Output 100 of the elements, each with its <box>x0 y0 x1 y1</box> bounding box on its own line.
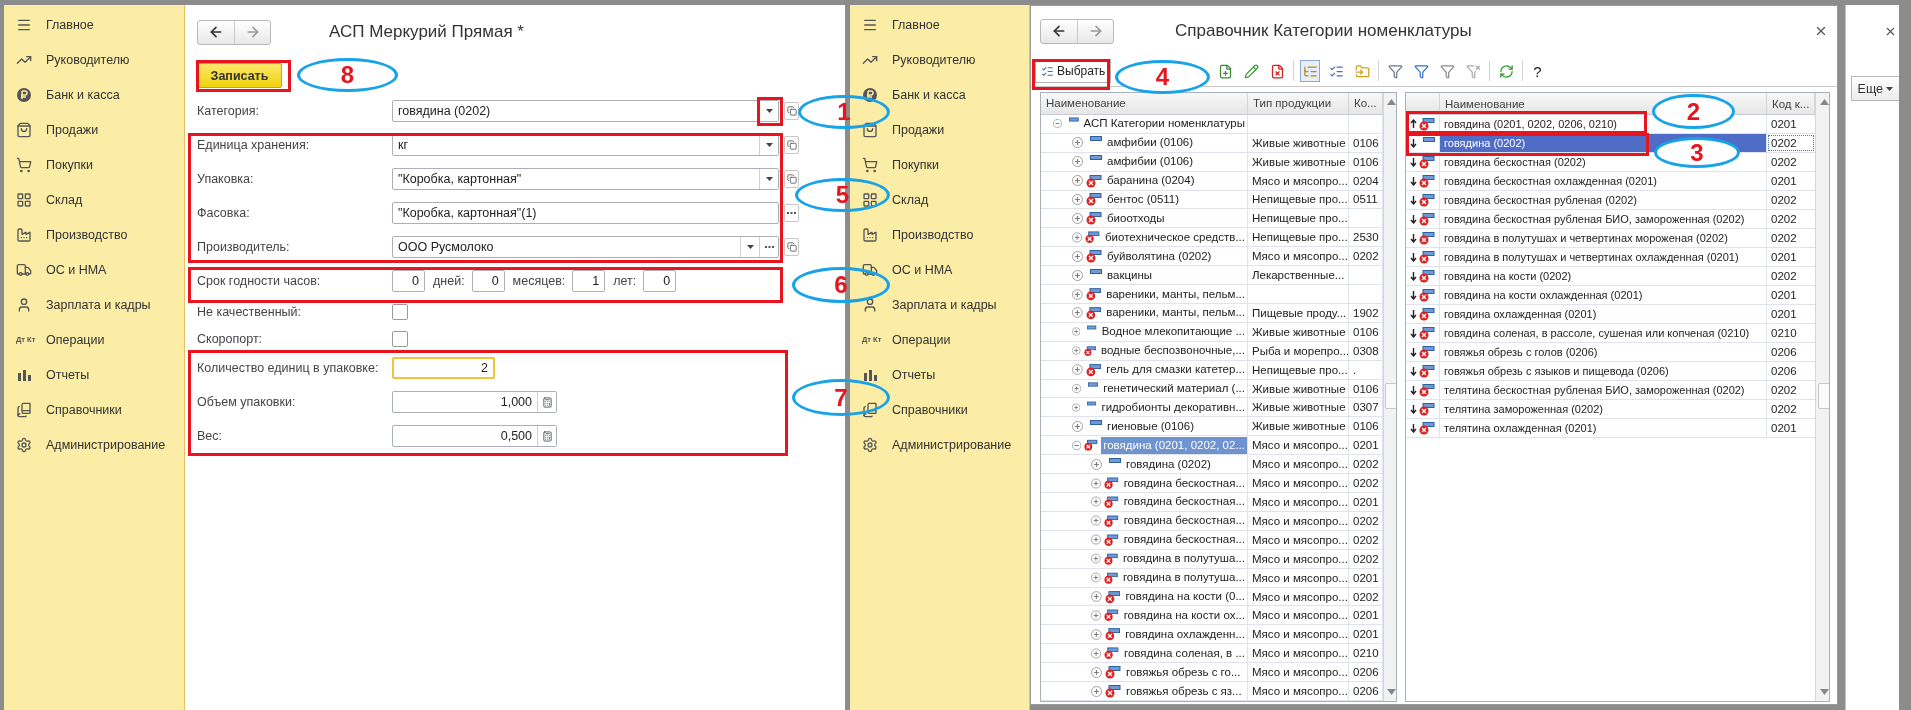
input-field[interactable]: кг <box>392 134 779 156</box>
tree-item[interactable]: говядина (0202) <box>1124 455 1213 473</box>
tree-item[interactable]: говядина в полутуша... <box>1120 550 1247 568</box>
tree-item[interactable]: амфибии (0106) <box>1105 134 1196 152</box>
tree-item[interactable]: говядина бескостная... <box>1121 474 1247 492</box>
expand-icon[interactable] <box>1091 477 1102 489</box>
tree-item[interactable]: амфибии (0106) <box>1105 153 1196 171</box>
sidebar-item[interactable]: Администрирование <box>850 427 1029 462</box>
tree-item[interactable]: гиеновые (0106) <box>1105 417 1196 435</box>
list-item[interactable]: телятина бескостная рубленая БИО, замороженная (0202) <box>1444 384 1745 396</box>
sidebar-item[interactable]: Руководителю <box>850 42 1029 77</box>
tree-item[interactable]: говядина бескостная... <box>1121 531 1247 549</box>
expand-icon[interactable] <box>1072 307 1083 319</box>
list-item[interactable]: говядина бескостная (0202) <box>1444 156 1586 168</box>
tree-item[interactable]: гидробионты декоративн... <box>1099 398 1247 416</box>
sidebar-item[interactable]: Банк и касса <box>4 77 184 112</box>
number-field[interactable]: 0 <box>471 270 505 292</box>
scroll-up-icon[interactable] <box>1820 99 1829 105</box>
tree-item[interactable]: говядина на кости ох... <box>1121 606 1247 624</box>
scroll-up-icon[interactable] <box>1386 99 1396 105</box>
expand-icon[interactable] <box>1091 572 1101 584</box>
expand-icon[interactable] <box>1091 515 1102 527</box>
tree-item[interactable]: говядина на кости (0... <box>1123 588 1247 605</box>
tree-item[interactable]: буйволятина (0202) <box>1105 247 1214 265</box>
sidebar-item[interactable]: Производство <box>850 217 1029 252</box>
sidebar-item[interactable]: Отчеты <box>4 357 184 392</box>
calculator-button[interactable] <box>537 392 556 412</box>
tree-item[interactable]: генетический материал (... <box>1101 380 1247 398</box>
input-field[interactable]: ООО Русмолоко <box>392 236 779 258</box>
expand-icon[interactable] <box>1072 326 1081 338</box>
list-item[interactable]: говяжья обрезь с голов (0206) <box>1444 346 1598 358</box>
expand-icon[interactable] <box>1091 458 1102 470</box>
checkbox[interactable] <box>392 304 408 320</box>
expand-icon[interactable] <box>1091 553 1101 565</box>
scroll-down-icon[interactable] <box>1386 689 1396 695</box>
list-item[interactable]: говядина охлажденная (0201) <box>1444 308 1597 320</box>
expand-icon[interactable] <box>1091 685 1102 697</box>
list-item[interactable]: говядина на кости охлажденная (0201) <box>1444 289 1643 301</box>
tree-item[interactable]: говядина бескостная... <box>1121 512 1247 530</box>
column-header[interactable]: Ко... <box>1349 93 1383 114</box>
expand-icon[interactable] <box>1072 250 1083 262</box>
expand-icon[interactable] <box>1091 496 1102 508</box>
list-item[interactable]: говядина (0202) <box>1444 137 1526 149</box>
tree-item[interactable]: вакцины <box>1105 266 1155 284</box>
close-button[interactable] <box>1884 25 1897 38</box>
tree-item[interactable]: вареники, манты, пельм... <box>1104 304 1247 322</box>
open-button[interactable] <box>784 238 799 256</box>
open-button[interactable] <box>784 102 799 120</box>
choose-button[interactable] <box>784 204 799 222</box>
expand-icon[interactable] <box>1091 628 1102 640</box>
scroll-thumb[interactable] <box>1818 383 1829 409</box>
hierarchy-button[interactable] <box>1300 60 1321 82</box>
tree-item[interactable]: АСП Категории номенклатуры <box>1081 115 1247 133</box>
open-button[interactable] <box>784 170 799 188</box>
expand-icon[interactable] <box>1072 137 1083 149</box>
input-field[interactable]: говядина (0202) <box>392 100 779 122</box>
expand-icon[interactable] <box>1091 591 1102 602</box>
tree-item[interactable]: говядина соленая, в ... <box>1122 644 1247 662</box>
expand-icon[interactable] <box>1072 401 1081 413</box>
number-field[interactable]: 0 <box>643 270 677 292</box>
tree-item[interactable]: вареники, манты, пельм... <box>1104 285 1247 303</box>
number-field[interactable]: 0,500 <box>392 425 557 447</box>
expand-icon[interactable] <box>1072 364 1083 376</box>
expand-icon[interactable] <box>1072 345 1081 357</box>
sidebar-item[interactable]: Руководителю <box>4 42 184 77</box>
tree-item[interactable]: говядина охлажденн... <box>1123 625 1247 643</box>
tree-item[interactable]: Водное млекопитающие ... <box>1099 323 1247 341</box>
expand-icon[interactable] <box>1072 383 1082 395</box>
close-button[interactable] <box>1814 24 1828 38</box>
number-field[interactable]: 1 <box>572 270 606 292</box>
more-button[interactable]: Еще <box>1850 76 1899 101</box>
expand-icon[interactable] <box>1072 231 1083 243</box>
expand-icon[interactable] <box>1091 647 1102 659</box>
expand-icon[interactable] <box>1072 212 1083 224</box>
expand-icon[interactable] <box>1091 609 1102 621</box>
list-item[interactable]: говядина на кости (0202) <box>1444 270 1572 282</box>
expand-icon[interactable] <box>1072 288 1083 300</box>
list-item[interactable]: говядина в полутушах и четвертинах охлажденная (0201) <box>1444 251 1739 263</box>
expand-icon[interactable] <box>1072 420 1083 432</box>
tree-item[interactable]: баранина (0204) <box>1105 172 1197 190</box>
sidebar-item[interactable]: Администрирование <box>4 427 184 462</box>
sidebar-item[interactable]: Главное <box>4 7 184 42</box>
sidebar-item[interactable]: Зарплата и кадры <box>4 287 184 322</box>
open-button[interactable] <box>784 136 799 154</box>
expand-icon[interactable] <box>1091 666 1102 678</box>
checkbox[interactable] <box>392 330 408 347</box>
expand-icon[interactable] <box>1072 175 1083 187</box>
collapse-icon[interactable] <box>1072 439 1082 451</box>
scroll-thumb[interactable] <box>1384 383 1396 409</box>
list-item[interactable]: говядина в полутушах и четвертинах мороженая (0202) <box>1444 232 1728 244</box>
scrollbar[interactable] <box>1815 93 1829 701</box>
scroll-down-icon[interactable] <box>1820 689 1829 695</box>
sidebar-item[interactable]: Склад <box>4 182 184 217</box>
sidebar-item[interactable]: Продажи <box>4 112 184 147</box>
number-field[interactable]: 0 <box>392 270 425 292</box>
list-item[interactable]: телятина охлажденная (0201) <box>1444 422 1597 434</box>
sidebar-item[interactable]: Справочники <box>4 392 184 427</box>
list-item[interactable]: телятина замороженная (0202) <box>1444 403 1603 415</box>
list-item[interactable]: говядина соленая, в рассоле, сушеная или копченая (0210) <box>1444 327 1750 339</box>
number-field[interactable]: 1,000 <box>392 391 557 413</box>
